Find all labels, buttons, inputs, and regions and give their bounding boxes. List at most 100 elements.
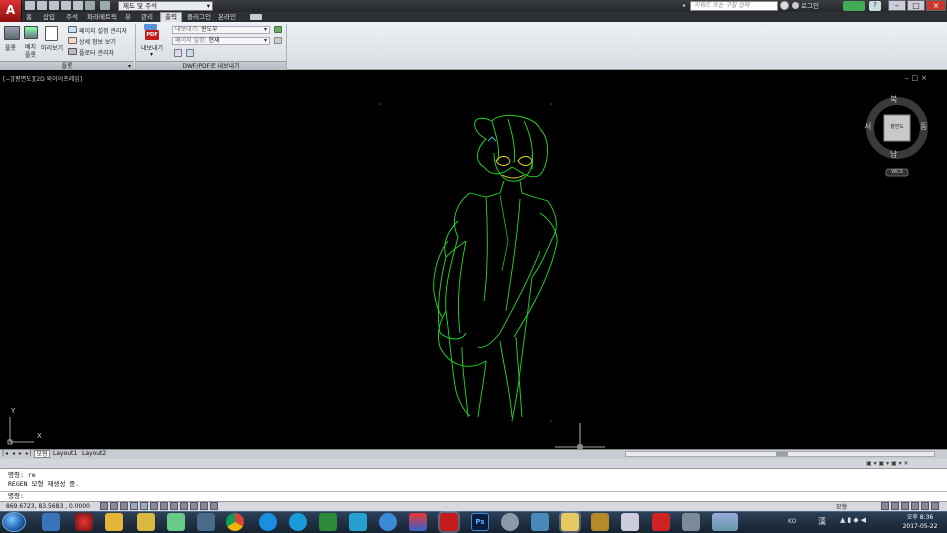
plot-details-button[interactable]: 상세 정보 보기 [79, 37, 116, 46]
annotation-scale-icon[interactable] [881, 502, 889, 510]
media-player-icon[interactable] [75, 513, 93, 531]
page-setup-dropdown[interactable]: 페이지 설정: 현재 ▾ [172, 37, 270, 45]
music-icon[interactable] [349, 513, 367, 531]
tool-icon[interactable] [682, 513, 700, 531]
page-setup-import-icon[interactable] [274, 37, 282, 44]
printer-icon[interactable] [4, 26, 20, 40]
hardware-accel-icon[interactable] [911, 502, 919, 510]
photo-app-icon[interactable] [409, 513, 427, 531]
minimize-button[interactable]: – [888, 0, 906, 11]
browser-icon[interactable] [289, 513, 307, 531]
page-setup-icon[interactable] [68, 26, 77, 33]
docs-icon[interactable] [531, 513, 549, 531]
utility-icon[interactable] [501, 513, 519, 531]
application-menu-button[interactable]: A [0, 0, 22, 22]
page-setup-add-icon[interactable] [274, 26, 282, 33]
window-icon[interactable] [621, 513, 639, 531]
search-icon[interactable] [780, 1, 789, 10]
workspace-switch-icon[interactable] [891, 502, 899, 510]
export-dropdown[interactable]: 내보내기: 윈도우 ▾ [172, 26, 270, 34]
workspace-selector[interactable]: 제도 및 주석 ▾ [118, 1, 213, 11]
viewcube-east[interactable]: 동 [920, 121, 927, 132]
snap-toggle[interactable] [100, 502, 108, 510]
login-button[interactable]: 로그인 [801, 1, 841, 11]
tab-home[interactable]: 홈 [22, 13, 36, 22]
exchange-icon[interactable] [843, 1, 865, 11]
tab-view[interactable]: 뷰 [122, 13, 134, 22]
polar-toggle[interactable] [130, 502, 138, 510]
search-input[interactable]: 키워드 또는 구절 입력 [690, 1, 778, 11]
save-as-icon[interactable] [61, 1, 71, 10]
clean-screen-icon[interactable] [931, 502, 939, 510]
plotter-manager-button[interactable]: 플로터 관리자 [79, 48, 114, 57]
command-window-controls[interactable]: ▣ ▾ ▣ ▾ ▣ ▾ ✕ [866, 460, 946, 468]
messenger-icon[interactable] [379, 513, 397, 531]
osnap-toggle[interactable] [140, 502, 148, 510]
tab-manage[interactable]: 관리 [137, 13, 157, 22]
viewcube-west[interactable]: 서 [864, 121, 871, 132]
command-input[interactable]: 명령: [0, 491, 947, 501]
otrack-toggle[interactable] [150, 502, 158, 510]
archive-icon[interactable] [591, 513, 609, 531]
game-icon[interactable] [167, 513, 185, 531]
maximize-button[interactable]: □ [907, 0, 925, 11]
network-app-icon[interactable] [197, 513, 215, 531]
preview-export-icon[interactable] [174, 49, 182, 57]
tpy-toggle[interactable] [190, 502, 198, 510]
grid-toggle[interactable] [110, 502, 118, 510]
export-options-icon[interactable] [186, 49, 194, 57]
chrome-icon[interactable] [226, 513, 244, 531]
horizontal-scrollbar[interactable] [625, 451, 935, 457]
notes-icon[interactable] [105, 513, 123, 531]
model-space-toggle[interactable]: 모형 [836, 502, 847, 511]
batch-plot-label-2[interactable]: 플롯 [25, 50, 36, 59]
plotter-manager-icon[interactable] [68, 48, 77, 55]
tab-plugin[interactable]: 플러그인 [185, 13, 213, 22]
wcs-menu[interactable]: WCS [888, 169, 906, 175]
start-button[interactable] [2, 512, 26, 532]
save-icon[interactable] [49, 1, 59, 10]
viewcube-north[interactable]: 북 [890, 94, 897, 105]
plot-details-icon[interactable] [68, 37, 77, 44]
ortho-toggle[interactable] [120, 502, 128, 510]
page-setup-manager-button[interactable]: 페이지 설정 관리자 [79, 26, 127, 35]
isolate-objects-icon[interactable] [921, 502, 929, 510]
panel-expand-icon[interactable]: ▾ [128, 62, 131, 71]
taskbar-app-icon[interactable] [42, 513, 60, 531]
ducs-toggle[interactable] [160, 502, 168, 510]
tab-annotate[interactable]: 주석 [62, 13, 82, 22]
batch-plot-icon[interactable] [24, 26, 38, 39]
autocad-taskbar-icon[interactable] [440, 513, 458, 531]
file-explorer-icon[interactable] [561, 513, 579, 531]
preview-button[interactable]: 미리보기 [41, 43, 63, 52]
qp-toggle[interactable] [200, 502, 208, 510]
tab-online[interactable]: 온라인 [216, 13, 238, 22]
close-button[interactable]: × [926, 0, 946, 11]
taskbar-clock[interactable]: 오후 8:36 2017-05-22 [896, 513, 944, 531]
crop-icon[interactable] [652, 513, 670, 531]
coordinate-readout[interactable]: 869.6723, 83.5683 , 0.0000 [6, 503, 90, 510]
redo-icon[interactable] [100, 1, 110, 10]
dyn-toggle[interactable] [170, 502, 178, 510]
scrollbar-thumb[interactable] [776, 452, 788, 456]
system-tray-icons[interactable]: ▲▮◆◀ [840, 516, 890, 526]
layout-nav-arrows[interactable]: |◂ ◂ ▸ ▸| [2, 450, 33, 457]
pdf-icon[interactable]: PDF [145, 30, 159, 40]
viewcube-south[interactable]: 남 [890, 149, 897, 160]
internet-explorer-icon[interactable] [259, 513, 277, 531]
lweight-toggle[interactable] [180, 502, 188, 510]
help-icon[interactable]: ? [869, 1, 881, 11]
hanja-indicator[interactable]: 漢 [818, 516, 826, 527]
undo-icon[interactable] [85, 1, 95, 10]
tab-output[interactable]: 출력 [160, 12, 182, 22]
tab-model[interactable]: 모형 [34, 450, 50, 458]
tab-insert[interactable]: 삽입 [39, 13, 59, 22]
tab-layout2[interactable]: Layout2 [82, 450, 106, 458]
mail-icon[interactable] [137, 513, 155, 531]
plot-button[interactable]: 플롯 [5, 43, 16, 52]
tab-layout1[interactable]: Layout1 [53, 450, 77, 458]
ribbon-toggle-icon[interactable] [250, 14, 262, 20]
qnew-icon[interactable] [25, 1, 35, 10]
image-viewer-icon[interactable] [712, 513, 738, 531]
viewcube-face[interactable]: 평면도 [887, 123, 907, 130]
